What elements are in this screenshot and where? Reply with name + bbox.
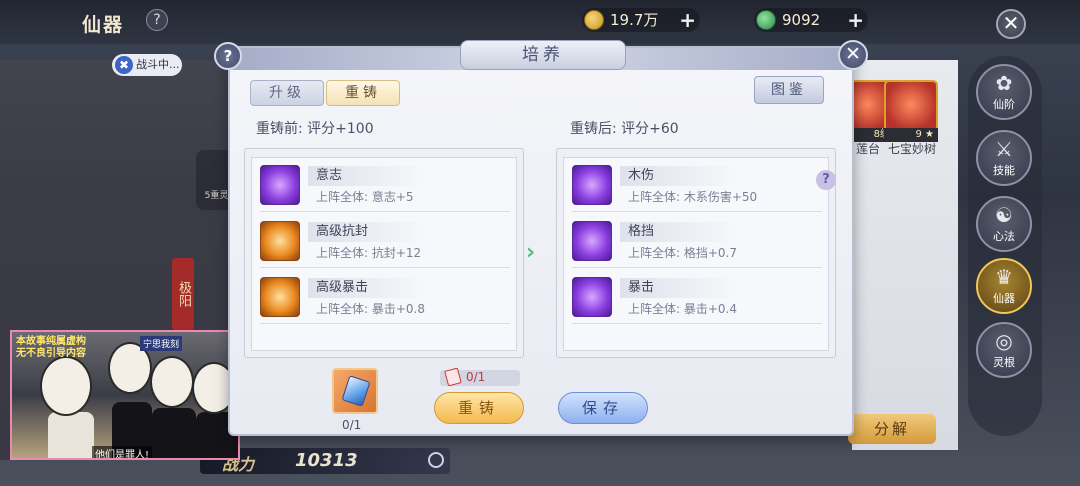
page-title: 仙器 [82,14,125,36]
stat-row: 暴击 上阵全体: 暴击+0.4 [572,274,822,324]
stat-desc: 上阵全体: 暴击+0.4 [628,302,737,316]
battle-status-text: 战斗中... [136,58,180,71]
item-name: 七宝妙树 [887,142,936,156]
sidebar-item-xinfa[interactable]: ☯ 心法 [976,196,1032,252]
battle-status-badge[interactable]: ✖ 战斗中... [112,54,182,76]
meme-figure [152,408,196,458]
gold-amount: 19.7万 [610,11,659,29]
atlas-button[interactable]: 图鉴 [754,76,824,104]
recast-button[interactable]: 重铸 [434,392,524,424]
material-count: 0/1 [342,418,362,432]
scroll-icon: ☯ [995,203,1013,227]
tab-upgrade[interactable]: 升级 [250,80,324,106]
stat-desc: 上阵全体: 格挡+0.7 [628,246,737,260]
stat-name: 暴击 [620,278,740,298]
sidebar-item-skills[interactable]: ⚔ 技能 [976,130,1032,186]
artifact-icon: ♛ [995,265,1013,289]
will-icon [260,165,300,205]
disassemble-button[interactable]: 分解 [848,414,936,444]
jade-currency: 9092 + [754,8,868,32]
flower-icon: ✿ [995,71,1013,95]
sword-icon: ⚔ [995,137,1013,161]
crit-icon [260,277,300,317]
video-sign: 宁思我刻 [140,336,183,351]
stat-name: 意志 [308,166,428,186]
close-screen-button[interactable]: ✕ [996,9,1026,39]
help-icon[interactable]: ? [146,9,168,31]
score-before: 重铸前: 评分+100 [256,121,374,137]
stats-before-panel: 意志 上阵全体: 意志+5 高级抗封 上阵全体: 抗封+12 高级暴击 上阵全体… [244,148,524,358]
search-icon[interactable] [428,452,444,468]
seal-resist-icon [260,221,300,261]
wood-damage-icon [572,165,612,205]
stats-before-list: 意志 上阵全体: 意志+5 高级抗封 上阵全体: 抗封+12 高级暴击 上阵全体… [251,157,517,351]
sidebar-item-xianjie[interactable]: ✿ 仙阶 [976,64,1032,120]
stat-desc: 上阵全体: 木系伤害+50 [628,190,758,204]
score-after: 重铸后: 评分+60 [570,121,679,137]
meme-face [150,356,194,408]
sidebar-item-label: 心法 [993,230,1015,243]
recast-dialog: 培养 升级 重铸 图鉴 重铸前: 评分+100 重铸后: 评分+60 意志 上阵… [228,40,854,436]
item-thumbnail [884,80,938,134]
crystal-icon [341,375,371,407]
save-button[interactable]: 保存 [558,392,648,424]
stat-desc: 上阵全体: 意志+5 [316,190,414,204]
add-gold-button[interactable]: + [679,8,696,32]
stat-name: 高级抗封 [308,222,428,242]
video-caption-top: 本故事纯属虚构 无不良引导内容 [16,336,86,359]
arrow-right-icon: › [526,240,536,265]
sidebar-item-label: 灵根 [993,356,1015,369]
stats-after-list: 木伤 上阵全体: 木系伤害+50 ? 格挡 上阵全体: 格挡+0.7 暴击 上阵… [563,157,836,351]
add-jade-button[interactable]: + [847,8,864,32]
sidebar-item-label: 仙器 [993,292,1015,305]
sidebar-item-label: 仙阶 [993,98,1015,111]
sidebar-item-linggen[interactable]: ◎ 灵根 [976,322,1032,378]
stats-after-panel: 木伤 上阵全体: 木系伤害+50 ? 格挡 上阵全体: 格挡+0.7 暴击 上阵… [556,148,836,358]
tab-recast[interactable]: 重铸 [326,80,400,106]
stat-row: 高级暴击 上阵全体: 暴击+0.8 [260,274,510,324]
item-level: 9 ★ [884,128,938,142]
meme-figure [48,412,94,458]
video-caption-bottom: 他们是罪人! [92,446,153,458]
battle-icon: ✖ [115,56,133,74]
stat-name: 木伤 [620,166,740,186]
stat-name: 高级暴击 [308,278,428,298]
jade-icon [756,10,776,30]
sidebar-item-xianqi[interactable]: ♛ 仙器 [976,258,1032,314]
gold-currency: 19.7万 + [582,8,700,32]
side-tag: 极阳 [172,258,194,330]
dialog-help-button[interactable]: ? [214,42,242,70]
meme-face [40,356,92,416]
stat-desc: 上阵全体: 暴击+0.8 [316,302,425,316]
crit-icon [572,277,612,317]
help-icon[interactable]: ? [816,170,836,190]
item-card[interactable]: 9 ★ 七宝妙树 [884,80,940,160]
jade-amount: 9092 [782,11,821,29]
stat-row: 格挡 上阵全体: 格挡+0.7 [572,218,822,268]
cost-count: 0/1 [466,370,486,384]
video-overlay[interactable]: 本故事纯属虚构 无不良引导内容 宁思我刻 他们是罪人! [10,330,240,460]
dialog-close-button[interactable]: ✕ [838,40,868,70]
sidebar-item-label: 技能 [993,164,1015,177]
stat-row: 意志 上阵全体: 意志+5 [260,162,510,212]
power-value: 10313 [295,450,358,471]
stat-name: 格挡 [620,222,740,242]
gold-coin-icon [584,10,604,30]
recast-material-slot[interactable] [332,368,378,414]
stat-desc: 上阵全体: 抗封+12 [316,246,422,260]
stat-row: 高级抗封 上阵全体: 抗封+12 [260,218,510,268]
root-icon: ◎ [995,329,1013,353]
block-icon [572,221,612,261]
stat-row: 木伤 上阵全体: 木系伤害+50 ? [572,162,836,212]
dialog-title: 培养 [460,40,626,70]
